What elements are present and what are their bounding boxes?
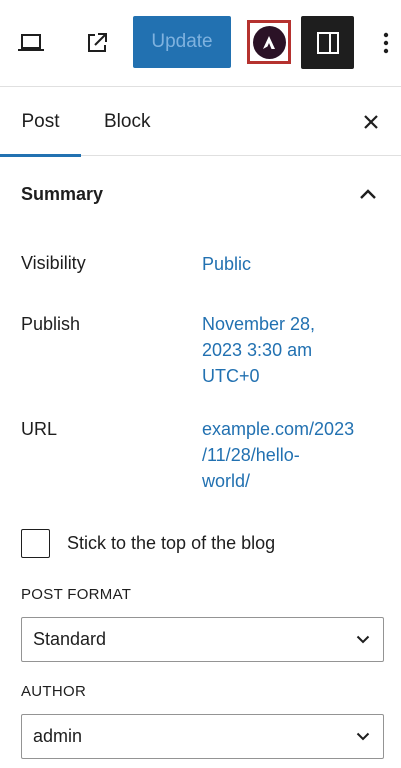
publish-date-line: November 28, <box>202 314 316 334</box>
close-icon[interactable] <box>357 108 385 136</box>
post-format-selected: Standard <box>33 629 107 649</box>
chevron-down-icon <box>355 728 371 744</box>
laptop-preview-icon[interactable] <box>12 24 50 62</box>
url-value[interactable]: example.com/2023 /11/28/hello- world/ <box>202 416 392 494</box>
visibility-value[interactable]: Public <box>202 251 392 277</box>
vertical-ellipsis-icon[interactable] <box>372 24 400 62</box>
editor-toolbar: Update <box>0 0 401 87</box>
tab-block[interactable]: Block <box>104 88 150 156</box>
tab-post[interactable]: Post <box>0 88 81 157</box>
stick-to-top-label[interactable]: Stick to the top of the blog <box>67 533 275 554</box>
url-line: world/ <box>202 471 251 491</box>
summary-title: Summary <box>21 183 104 204</box>
publish-label: Publish <box>21 314 81 334</box>
visibility-label: Visibility <box>21 253 86 273</box>
post-format-label: POST FORMAT <box>21 586 132 603</box>
author-label: AUTHOR <box>21 683 87 700</box>
summary-panel-header[interactable]: Summary <box>0 157 401 231</box>
chevron-down-icon <box>355 631 371 647</box>
publish-date-line: UTC+0 <box>202 366 260 386</box>
url-line: /11/28/hello- <box>202 445 300 465</box>
update-button[interactable]: Update <box>133 16 231 68</box>
sidebar-settings-icon[interactable] <box>301 16 354 69</box>
author-selected: admin <box>33 726 83 746</box>
astra-settings-button[interactable] <box>247 20 291 64</box>
sidebar-tabs: Post Block <box>0 88 401 157</box>
astra-logo-icon <box>252 25 286 59</box>
publish-date-line: 2023 3:30 am <box>202 340 313 360</box>
stick-to-top-option: Stick to the top of the blog <box>21 529 275 558</box>
stick-to-top-checkbox[interactable] <box>21 529 50 558</box>
author-select[interactable]: admin <box>21 714 384 759</box>
chevron-up-icon[interactable] <box>357 183 379 205</box>
url-label: URL <box>21 419 58 439</box>
external-link-icon[interactable] <box>78 24 116 62</box>
publish-date-value[interactable]: November 28, 2023 3:30 am UTC+0 <box>202 311 392 389</box>
url-line: example.com/2023 <box>202 419 355 439</box>
post-format-select[interactable]: Standard <box>21 617 384 662</box>
